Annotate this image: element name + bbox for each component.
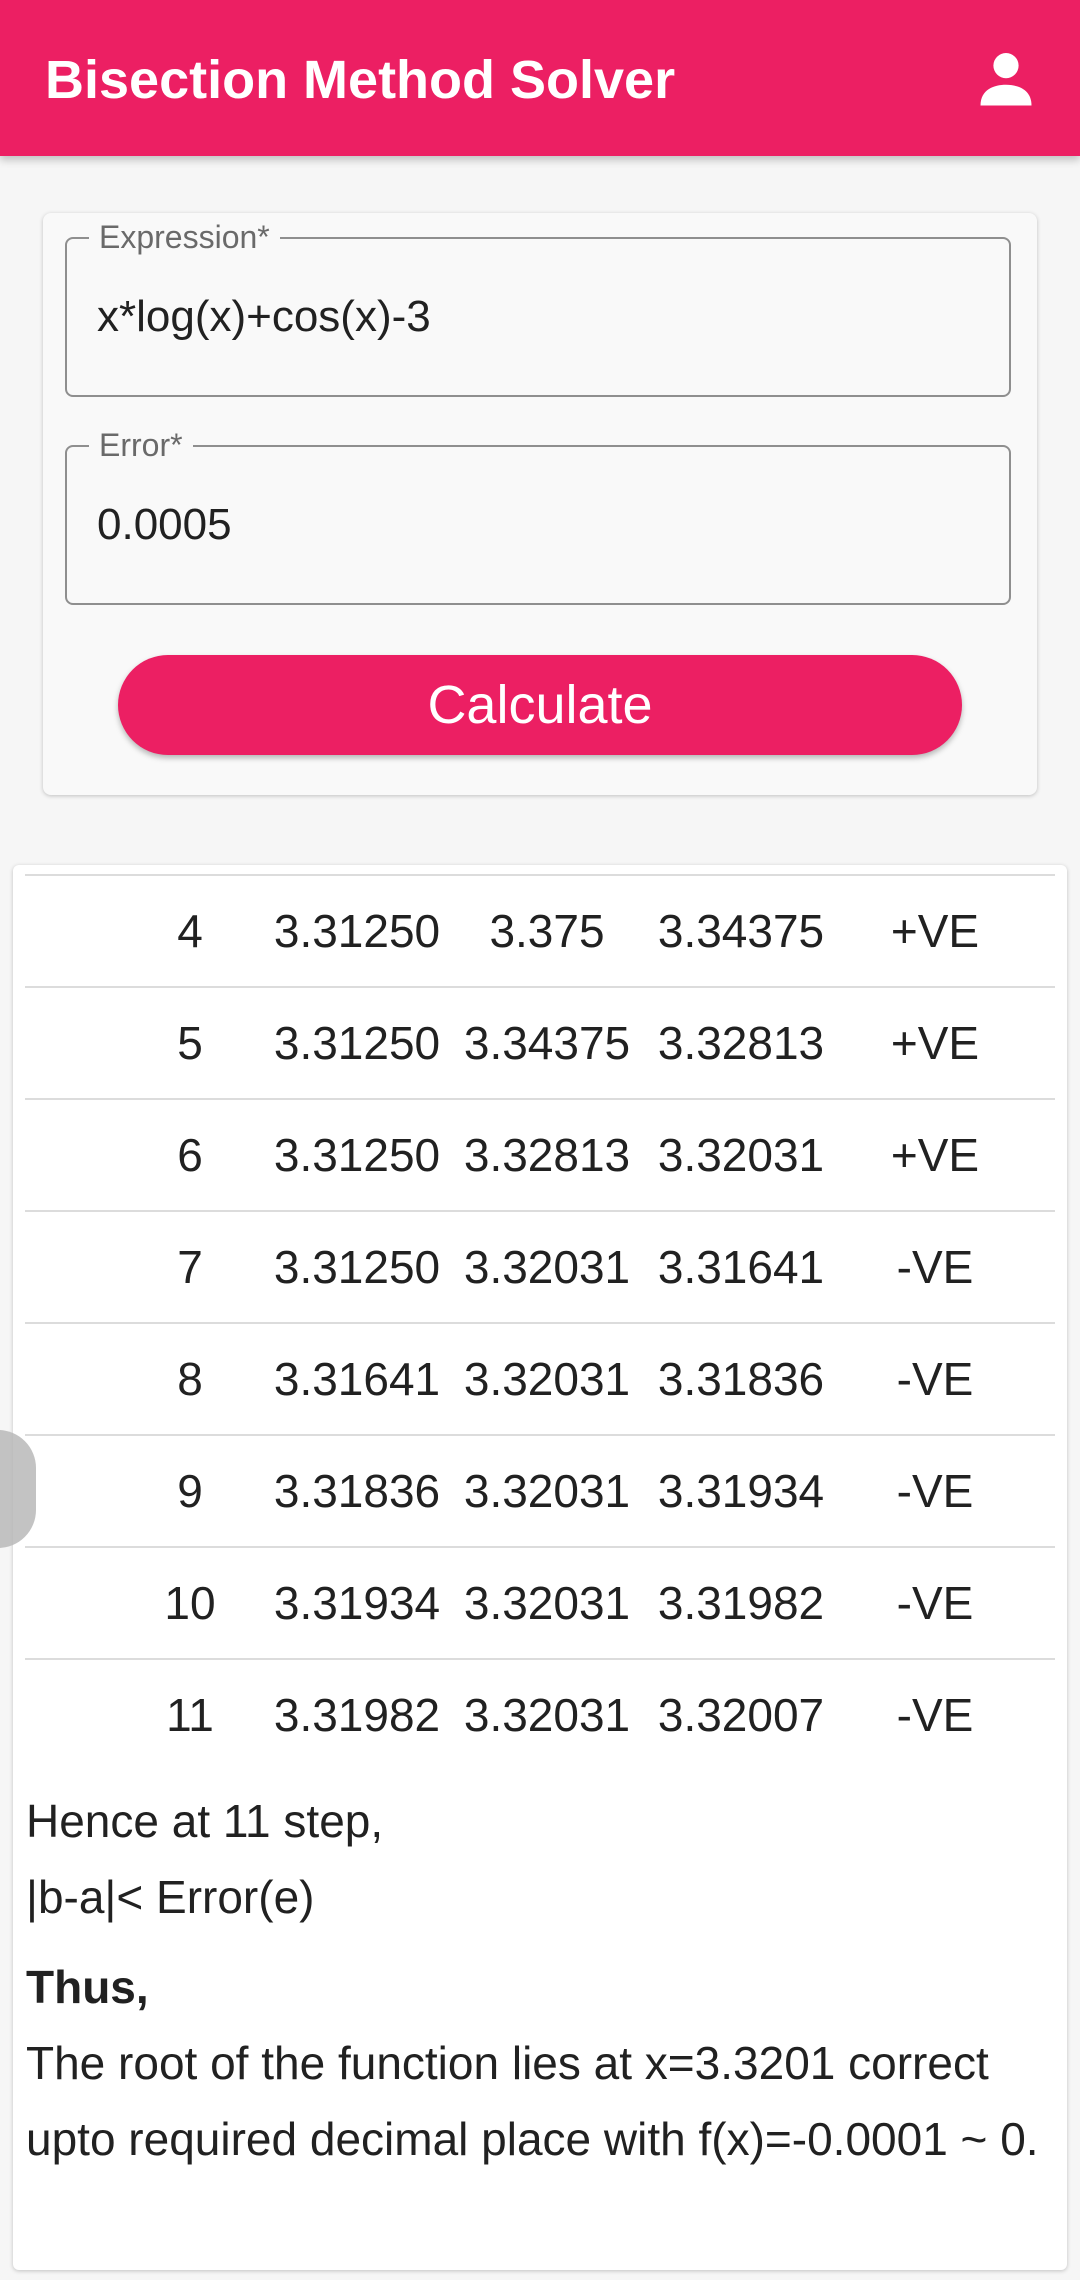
cell-a: 3.31250 bbox=[273, 1129, 441, 1181]
cell-b: 3.32031 bbox=[463, 1241, 631, 1293]
cell-a: 3.31982 bbox=[273, 1689, 441, 1741]
table-row: 9 3.31836 3.32031 3.31934 -VE bbox=[25, 1434, 1055, 1546]
cell-c: 3.31934 bbox=[657, 1465, 825, 1517]
cell-a: 3.31250 bbox=[273, 1241, 441, 1293]
conclusion: Hence at 11 step, |b-a|< Error(e) Thus, … bbox=[26, 1783, 1056, 2177]
cell-iteration: 7 bbox=[177, 1241, 203, 1293]
cell-iteration: 11 bbox=[166, 1689, 214, 1741]
app-bar: Bisection Method Solver bbox=[0, 0, 1080, 156]
expression-input[interactable] bbox=[97, 289, 977, 345]
cell-c: 3.32031 bbox=[657, 1129, 825, 1181]
table-row: 10 3.31934 3.32031 3.31982 -VE bbox=[25, 1546, 1055, 1658]
cell-b: 3.32031 bbox=[463, 1577, 631, 1629]
cell-sign: -VE bbox=[896, 1689, 974, 1741]
expression-label: Expression* bbox=[89, 217, 280, 257]
cell-c: 3.31982 bbox=[657, 1577, 825, 1629]
account-icon[interactable] bbox=[970, 44, 1042, 116]
cell-a: 3.31934 bbox=[273, 1577, 441, 1629]
cell-b: 3.375 bbox=[489, 905, 605, 957]
cell-b: 3.32031 bbox=[463, 1353, 631, 1405]
cell-sign: -VE bbox=[896, 1353, 974, 1405]
table-row: 5 3.31250 3.34375 3.32813 +VE bbox=[25, 986, 1055, 1098]
cell-b: 3.32813 bbox=[463, 1129, 631, 1181]
cell-iteration: 4 bbox=[177, 905, 203, 957]
result-card: 4 3.31250 3.375 3.34375 +VE 5 3.31250 3.34375 3.… bbox=[13, 865, 1067, 2270]
step-line: Hence at 11 step, bbox=[26, 1795, 384, 1847]
cell-b: 3.32031 bbox=[463, 1465, 631, 1517]
cell-c: 3.31836 bbox=[657, 1353, 825, 1405]
cell-c: 3.32007 bbox=[657, 1689, 825, 1741]
cell-sign: +VE bbox=[890, 1017, 980, 1069]
cell-c: 3.31641 bbox=[657, 1241, 825, 1293]
iteration-table: 4 3.31250 3.375 3.34375 +VE 5 3.31250 3.34375 3.… bbox=[25, 865, 1055, 1770]
table-row: 6 3.31250 3.32813 3.32031 +VE bbox=[25, 1098, 1055, 1210]
expression-field[interactable]: Expression* bbox=[65, 217, 1011, 397]
error-label: Error* bbox=[89, 425, 193, 465]
cell-a: 3.31836 bbox=[273, 1465, 441, 1517]
cell-a: 3.31641 bbox=[273, 1353, 441, 1405]
root-statement: The root of the function lies at x=3.320… bbox=[26, 2037, 1039, 2165]
cell-iteration: 8 bbox=[177, 1353, 203, 1405]
table-row: 11 3.31982 3.32031 3.32007 -VE bbox=[25, 1658, 1055, 1770]
cell-sign: -VE bbox=[896, 1241, 974, 1293]
thus-heading: Thus, bbox=[26, 1961, 149, 2013]
error-field[interactable]: Error* bbox=[65, 425, 1011, 605]
table-row: 7 3.31250 3.32031 3.31641 -VE bbox=[25, 1210, 1055, 1322]
table-row: 4 3.31250 3.375 3.34375 +VE bbox=[25, 874, 1055, 986]
app-title: Bisection Method Solver bbox=[45, 50, 676, 110]
cell-b: 3.32031 bbox=[463, 1689, 631, 1741]
cell-c: 3.34375 bbox=[657, 905, 825, 957]
cell-iteration: 10 bbox=[164, 1577, 216, 1629]
cell-c: 3.32813 bbox=[657, 1017, 825, 1069]
condition-line: |b-a|< Error(e) bbox=[26, 1871, 315, 1923]
cell-sign: +VE bbox=[890, 905, 980, 957]
cell-sign: +VE bbox=[890, 1129, 980, 1181]
cell-sign: -VE bbox=[896, 1577, 974, 1629]
cell-a: 3.31250 bbox=[273, 1017, 441, 1069]
table-row: 8 3.31641 3.32031 3.31836 -VE bbox=[25, 1322, 1055, 1434]
input-card: Expression* Error* Calculate bbox=[43, 213, 1037, 795]
table-top-divider bbox=[25, 865, 1055, 874]
cell-b: 3.34375 bbox=[463, 1017, 631, 1069]
error-input[interactable] bbox=[97, 497, 977, 553]
cell-sign: -VE bbox=[896, 1465, 974, 1517]
cell-iteration: 5 bbox=[177, 1017, 203, 1069]
calculate-button[interactable]: Calculate bbox=[118, 655, 962, 755]
cell-iteration: 6 bbox=[177, 1129, 203, 1181]
cell-a: 3.31250 bbox=[273, 905, 441, 957]
cell-iteration: 9 bbox=[177, 1465, 203, 1517]
